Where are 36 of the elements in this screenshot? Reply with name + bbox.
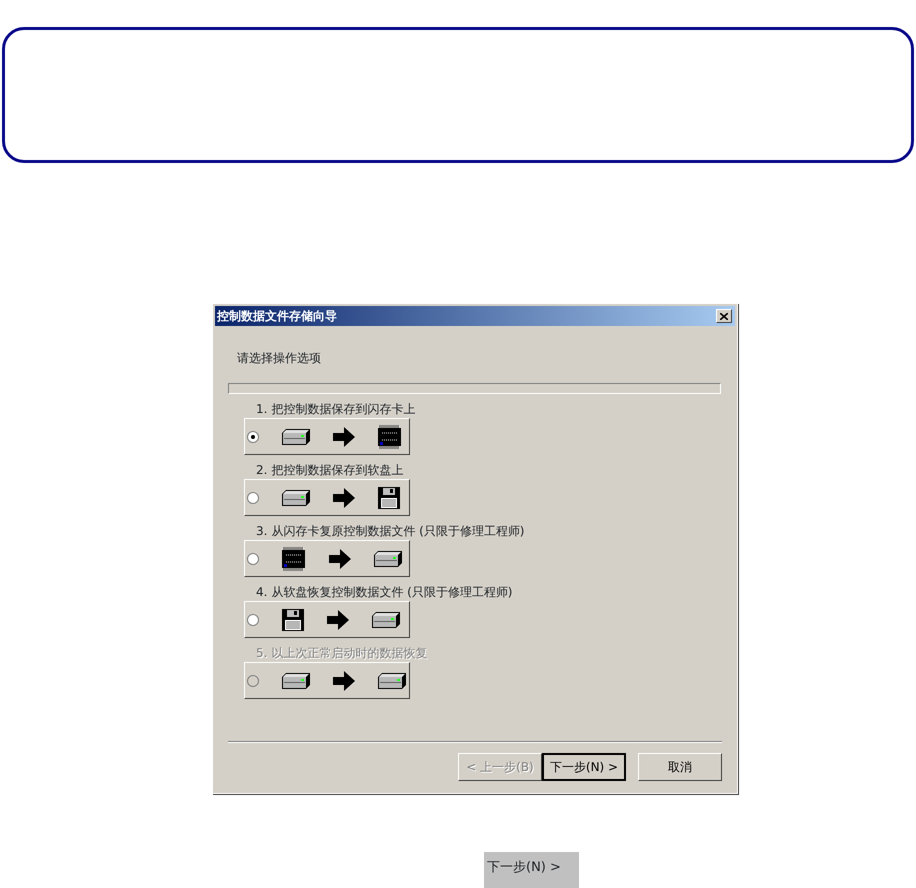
instruction-text: 请选择操作选项 <box>237 350 322 367</box>
arrow-icon <box>333 670 355 690</box>
window-title: 控制数据文件存储向导 <box>217 308 337 325</box>
drive-icon <box>377 670 407 690</box>
close-icon <box>720 312 728 320</box>
option-label: 3. 从闪存卡复原控制数据文件 (只限于修理工程师) <box>256 524 526 538</box>
chip-icon <box>281 546 307 572</box>
next-button-image: 下一步(N) > <box>484 852 579 888</box>
chip-icon <box>377 424 403 450</box>
option-label: 1. 把控制数据保存到闪存卡上 <box>256 402 416 416</box>
drive-icon <box>371 610 401 630</box>
drive-icon <box>281 670 311 690</box>
drive-icon <box>373 548 403 568</box>
option-label: 2. 把控制数据保存到软盘上 <box>256 463 404 477</box>
arrow-icon <box>329 548 351 568</box>
option-button[interactable] <box>244 418 410 455</box>
arrow-icon <box>333 488 355 508</box>
floppy-icon <box>281 608 305 632</box>
arrow-icon <box>327 610 349 630</box>
drive-icon <box>281 426 311 446</box>
option-button[interactable] <box>244 540 410 577</box>
drive-icon <box>281 488 311 508</box>
next-button[interactable]: 下一步(N) > <box>542 753 626 781</box>
radio-button[interactable] <box>247 492 259 504</box>
radio-button[interactable] <box>247 430 259 442</box>
option-label: 5. 以上次正常启动时的数据恢复 <box>256 646 428 660</box>
close-button[interactable] <box>716 309 732 323</box>
option-button[interactable] <box>244 662 410 699</box>
arrow-icon <box>333 426 355 446</box>
option-button[interactable] <box>244 601 410 638</box>
option-label: 4. 从软盘恢复控制数据文件 (只限于修理工程师) <box>256 585 514 599</box>
radio-button[interactable] <box>247 552 259 564</box>
floppy-icon <box>377 486 401 510</box>
cancel-button[interactable]: 取消 <box>638 753 722 781</box>
radio-button[interactable] <box>247 614 259 626</box>
option-button[interactable] <box>244 479 410 516</box>
